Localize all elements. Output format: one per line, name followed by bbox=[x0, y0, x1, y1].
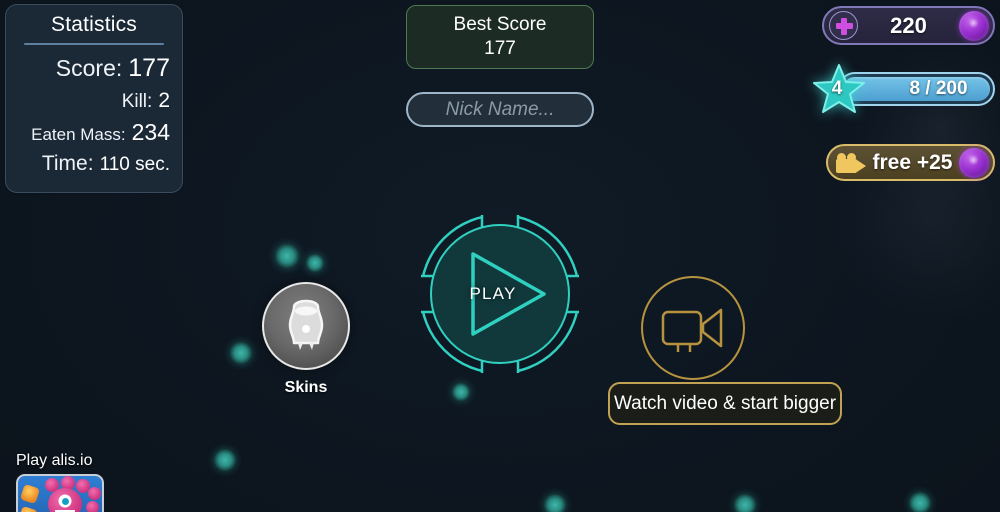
video-camera-icon bbox=[836, 152, 866, 173]
xp-progress-text: 8 / 200 bbox=[909, 78, 968, 99]
stat-label-kill: Kill: bbox=[121, 91, 153, 112]
coin-icon bbox=[959, 147, 989, 178]
background-pellet bbox=[275, 244, 299, 268]
pellet-chip-icon bbox=[18, 505, 39, 512]
game-menu-screen: Statistics Score: 177 Kill: 2 Eaten Mass… bbox=[0, 0, 1000, 512]
stat-value-kill: 2 bbox=[158, 89, 170, 112]
monster-small-icon bbox=[86, 501, 99, 512]
best-score-label: Best Score bbox=[453, 14, 547, 35]
promo-block: Play alis.io bbox=[16, 452, 108, 512]
stat-row-eaten-mass: Eaten Mass: 234 bbox=[16, 116, 172, 149]
skins-button[interactable] bbox=[262, 282, 350, 370]
plus-icon[interactable] bbox=[829, 11, 858, 40]
statistics-divider bbox=[24, 43, 164, 45]
stat-value-score: 177 bbox=[128, 54, 170, 82]
stat-value-time: 110 sec. bbox=[99, 154, 170, 175]
video-camera-icon bbox=[661, 308, 723, 352]
best-score-panel: Best Score 177 bbox=[406, 5, 594, 69]
statistics-title: Statistics bbox=[50, 13, 138, 36]
background-pellet bbox=[306, 254, 324, 272]
level-number: 4 bbox=[831, 78, 843, 99]
watch-video-label: Watch video & start bigger bbox=[613, 392, 837, 414]
free-coins-button[interactable]: free +25 bbox=[826, 144, 995, 181]
stat-label-score: Score: bbox=[55, 55, 123, 81]
play-button[interactable] bbox=[418, 212, 582, 376]
stat-row-time: Time: 110 sec. bbox=[16, 149, 172, 179]
stat-row-score: Score: 177 bbox=[16, 51, 172, 86]
monster-small-icon bbox=[88, 487, 101, 500]
background-pellet bbox=[230, 342, 252, 364]
skin-silhouette-icon bbox=[288, 299, 324, 350]
monster-main-icon bbox=[48, 488, 82, 512]
watch-video-label-pill[interactable]: Watch video & start bigger bbox=[608, 382, 842, 425]
promo-label: Play alis.io bbox=[16, 452, 93, 469]
background-pellet bbox=[214, 449, 236, 471]
background-pellet bbox=[734, 494, 756, 512]
stat-label-eaten-mass: Eaten Mass: bbox=[31, 125, 126, 144]
coin-icon bbox=[959, 10, 989, 41]
background-pellet bbox=[452, 383, 470, 401]
best-score-value: 177 bbox=[484, 38, 516, 59]
nickname-input[interactable] bbox=[406, 92, 594, 127]
stat-row-kill: Kill: 2 bbox=[16, 86, 172, 116]
stat-value-eaten-mass: 234 bbox=[131, 119, 170, 145]
skins-label: Skins bbox=[284, 379, 328, 396]
background-pellet bbox=[909, 492, 931, 512]
promo-thumbnail[interactable] bbox=[16, 474, 104, 512]
statistics-panel: Statistics Score: 177 Kill: 2 Eaten Mass… bbox=[5, 4, 183, 193]
coins-amount: 220 bbox=[890, 12, 927, 38]
background-pellet bbox=[544, 494, 566, 512]
watch-video-button[interactable] bbox=[641, 276, 745, 380]
background-glow bbox=[830, 110, 1000, 320]
background-glow bbox=[855, 40, 1000, 210]
coins-bar[interactable]: 220 bbox=[822, 6, 995, 45]
pellet-chip-icon bbox=[19, 483, 41, 505]
free-coins-label: free +25 bbox=[872, 150, 953, 174]
stat-label-time: Time: bbox=[41, 152, 94, 175]
